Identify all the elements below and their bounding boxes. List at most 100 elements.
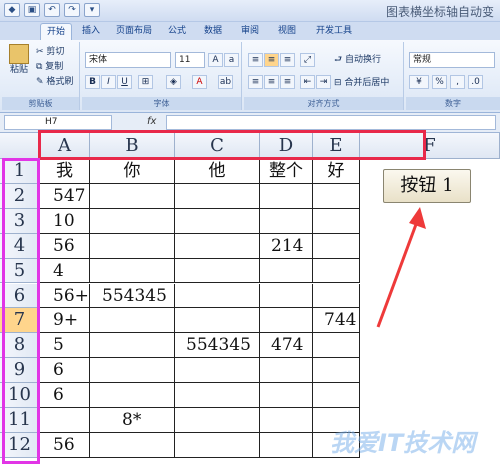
align-middle-icon[interactable]: ≡: [264, 53, 279, 67]
cell-e3[interactable]: [313, 208, 360, 234]
cell-c5[interactable]: [175, 258, 260, 284]
cell-b4[interactable]: [90, 233, 175, 259]
cell-a6[interactable]: 56+: [40, 283, 90, 309]
underline-icon[interactable]: U: [117, 75, 132, 89]
quick-access-dropdown-icon[interactable]: ▾: [84, 3, 100, 17]
cell-b1[interactable]: 你: [90, 159, 175, 184]
cell-a11[interactable]: [40, 408, 90, 433]
increase-decimal-icon[interactable]: .0: [468, 75, 483, 89]
cell-e9[interactable]: [313, 358, 360, 384]
cell-b3[interactable]: [90, 208, 175, 234]
cell-a3[interactable]: 10: [40, 208, 90, 234]
cell-b11[interactable]: 8*: [90, 408, 175, 433]
cell-b7[interactable]: [90, 308, 175, 334]
cell-a5[interactable]: 4: [40, 258, 90, 284]
tab-data[interactable]: 数据: [198, 23, 228, 40]
percent-icon[interactable]: %: [432, 75, 447, 89]
align-left-icon[interactable]: ≡: [248, 75, 263, 89]
redo-icon[interactable]: ↷: [64, 3, 80, 17]
cell-e2[interactable]: [313, 183, 360, 209]
save-icon[interactable]: ▣: [24, 3, 40, 17]
cell-a10[interactable]: 6: [40, 383, 90, 408]
format-painter-button[interactable]: ✎ 格式刷: [36, 76, 73, 88]
phonetic-icon[interactable]: ab: [218, 75, 233, 89]
cell-c2[interactable]: [175, 183, 260, 209]
cell-c6[interactable]: [175, 283, 260, 309]
cell-d10[interactable]: [260, 383, 313, 408]
cell-c10[interactable]: [175, 383, 260, 408]
tab-developer[interactable]: 开发工具: [308, 23, 360, 40]
cell-b6[interactable]: 554345: [90, 283, 175, 309]
grow-font-icon[interactable]: A: [208, 53, 223, 67]
cell-e8[interactable]: [313, 333, 360, 359]
italic-icon[interactable]: I: [101, 75, 116, 89]
cell-d9[interactable]: [260, 358, 313, 384]
cell-d5[interactable]: [260, 258, 313, 284]
cell-e1[interactable]: 好: [313, 159, 360, 184]
decrease-indent-icon[interactable]: ⇤: [300, 75, 315, 89]
cell-d6[interactable]: [260, 283, 313, 309]
cell-c3[interactable]: [175, 208, 260, 234]
cell-e5[interactable]: [313, 258, 360, 284]
cell-d8[interactable]: 474: [260, 333, 313, 359]
comma-icon[interactable]: ,: [450, 75, 465, 89]
align-right-icon[interactable]: ≡: [280, 75, 295, 89]
cell-a2[interactable]: 547: [40, 183, 90, 209]
cell-a8[interactable]: 5: [40, 333, 90, 359]
align-center-icon[interactable]: ≡: [264, 75, 279, 89]
shrink-font-icon[interactable]: a: [224, 53, 239, 67]
function-icon[interactable]: fx: [147, 116, 156, 127]
name-box[interactable]: H7: [4, 115, 112, 130]
increase-indent-icon[interactable]: ⇥: [316, 75, 331, 89]
tab-insert[interactable]: 插入: [76, 23, 106, 40]
tab-review[interactable]: 审阅: [235, 23, 265, 40]
accounting-icon[interactable]: ¥: [409, 75, 429, 89]
cell-d11[interactable]: [260, 408, 313, 433]
cell-c9[interactable]: [175, 358, 260, 384]
tab-home[interactable]: 开始: [40, 23, 72, 40]
cell-f9[interactable]: [360, 358, 500, 383]
undo-icon[interactable]: ↶: [44, 3, 60, 17]
cell-b12[interactable]: [90, 432, 175, 458]
cell-b8[interactable]: [90, 333, 175, 359]
cell-b10[interactable]: [90, 383, 175, 408]
fill-color-icon[interactable]: ◈: [166, 75, 181, 89]
cell-d12[interactable]: [260, 432, 313, 458]
cell-d2[interactable]: [260, 183, 313, 209]
font-color-icon[interactable]: A: [192, 75, 207, 89]
cell-f8[interactable]: [360, 333, 500, 358]
office-logo-icon[interactable]: ◆: [4, 3, 20, 17]
cell-c1[interactable]: 他: [175, 159, 260, 184]
cell-a4[interactable]: 56: [40, 233, 90, 259]
formula-input[interactable]: [166, 115, 496, 130]
tab-view[interactable]: 视图: [272, 23, 302, 40]
cell-c7[interactable]: [175, 308, 260, 334]
cell-c8[interactable]: 554345: [175, 333, 260, 359]
cell-d4[interactable]: 214: [260, 233, 313, 259]
font-size-select[interactable]: 11: [175, 52, 205, 68]
select-all-corner[interactable]: [0, 133, 40, 159]
orientation-icon[interactable]: ⤢: [300, 53, 315, 67]
number-format-select[interactable]: 常规: [409, 52, 495, 68]
cell-b2[interactable]: [90, 183, 175, 209]
cut-button[interactable]: ✂ 剪切: [36, 46, 64, 58]
font-name-select[interactable]: 宋体: [85, 52, 171, 68]
cell-d1[interactable]: 整个: [260, 159, 313, 184]
cell-c11[interactable]: [175, 408, 260, 433]
cell-a1[interactable]: 我: [40, 159, 90, 184]
cell-e4[interactable]: [313, 233, 360, 259]
paste-button[interactable]: 粘贴: [6, 44, 32, 84]
border-icon[interactable]: ⊞: [138, 75, 153, 89]
align-top-icon[interactable]: ≡: [248, 53, 263, 67]
align-bottom-icon[interactable]: ≡: [280, 53, 295, 67]
cell-e6[interactable]: [313, 283, 360, 309]
merge-center-button[interactable]: ⊟ 合并后居中: [334, 77, 389, 89]
cell-d7[interactable]: [260, 308, 313, 334]
cell-f10[interactable]: [360, 383, 500, 408]
tab-page-layout[interactable]: 页面布局: [108, 23, 160, 40]
cell-e7[interactable]: 744: [313, 308, 360, 334]
cell-b5[interactable]: [90, 258, 175, 284]
wrap-text-button[interactable]: ⮐ 自动换行: [334, 54, 381, 66]
cell-a9[interactable]: 6: [40, 358, 90, 384]
cell-c12[interactable]: [175, 432, 260, 458]
